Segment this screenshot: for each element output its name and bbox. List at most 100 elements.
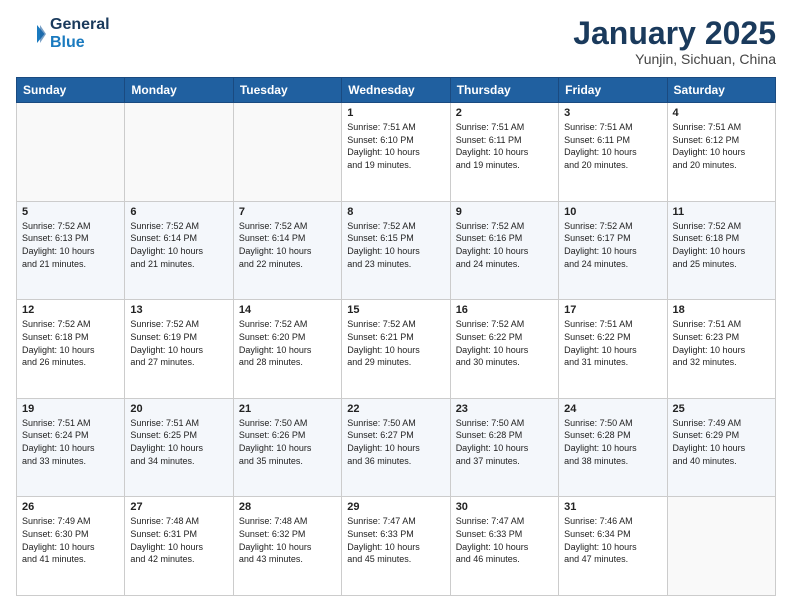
day-number: 8 bbox=[347, 206, 444, 218]
week-row-2: 5Sunrise: 7:52 AMSunset: 6:13 PMDaylight… bbox=[17, 201, 776, 300]
logo-icon bbox=[16, 19, 46, 49]
calendar-cell: 12 Sunrise: 7:52 AMSunset: 6:18 PMDayligh… bbox=[17, 300, 125, 399]
weekday-tuesday: Tuesday bbox=[233, 78, 341, 103]
weekday-friday: Friday bbox=[559, 78, 667, 103]
day-info: Sunrise: 7:52 AMSunset: 6:14 PMDaylight:… bbox=[130, 220, 227, 270]
day-info: Sunrise: 7:52 AMSunset: 6:18 PMDaylight:… bbox=[673, 220, 770, 270]
calendar-cell bbox=[667, 497, 775, 596]
calendar-cell: 24Sunrise: 7:50 AMSunset: 6:28 PMDayligh… bbox=[559, 398, 667, 497]
calendar-cell: 16 Sunrise: 7:52 AMSunset: 6:22 PMDayligh… bbox=[450, 300, 558, 399]
day-info: Sunrise: 7:49 AMSunset: 6:30 PMDaylight:… bbox=[22, 515, 119, 565]
day-number: 16 bbox=[456, 304, 553, 316]
day-info: Sunrise: 7:51 AMSunset: 6:22 PMDaylight:… bbox=[564, 318, 661, 368]
calendar-cell: 13Sunrise: 7:52 AMSunset: 6:19 PMDayligh… bbox=[125, 300, 233, 399]
title-block: January 2025 Yunjin, Sichuan, China bbox=[573, 16, 776, 67]
day-number: 28 bbox=[239, 501, 336, 513]
week-row-5: 26 Sunrise: 7:49 AMSunset: 6:30 PMDayligh… bbox=[17, 497, 776, 596]
day-number: 12 bbox=[22, 304, 119, 316]
calendar-cell: 4Sunrise: 7:51 AMSunset: 6:12 PMDaylight… bbox=[667, 103, 775, 202]
day-number: 26 bbox=[22, 501, 119, 513]
day-number: 13 bbox=[130, 304, 227, 316]
day-info: Sunrise: 7:50 AMSunset: 6:26 PMDaylight:… bbox=[239, 417, 336, 467]
weekday-saturday: Saturday bbox=[667, 78, 775, 103]
calendar-cell: 25 Sunrise: 7:49 AMSunset: 6:29 PMDayligh… bbox=[667, 398, 775, 497]
day-info: Sunrise: 7:50 AMSunset: 6:28 PMDaylight:… bbox=[456, 417, 553, 467]
day-info: Sunrise: 7:51 AMSunset: 6:23 PMDaylight:… bbox=[673, 318, 770, 368]
day-info: Sunrise: 7:47 AMSunset: 6:33 PMDaylight:… bbox=[456, 515, 553, 565]
calendar-cell: 7 Sunrise: 7:52 AMSunset: 6:14 PMDaylight… bbox=[233, 201, 341, 300]
day-info: Sunrise: 7:52 AMSunset: 6:17 PMDaylight:… bbox=[564, 220, 661, 270]
week-row-1: 1 Sunrise: 7:51 AMSunset: 6:10 PMDaylight… bbox=[17, 103, 776, 202]
day-number: 25 bbox=[673, 403, 770, 415]
day-info: Sunrise: 7:52 AMSunset: 6:16 PMDaylight:… bbox=[456, 220, 553, 270]
calendar-cell: 27 Sunrise: 7:48 AMSunset: 6:31 PMDayligh… bbox=[125, 497, 233, 596]
calendar-cell: 19Sunrise: 7:51 AMSunset: 6:24 PMDayligh… bbox=[17, 398, 125, 497]
day-info: Sunrise: 7:52 AMSunset: 6:15 PMDaylight:… bbox=[347, 220, 444, 270]
day-info: Sunrise: 7:47 AMSunset: 6:33 PMDaylight:… bbox=[347, 515, 444, 565]
calendar-cell: 22Sunrise: 7:50 AMSunset: 6:27 PMDayligh… bbox=[342, 398, 450, 497]
day-info: Sunrise: 7:52 AMSunset: 6:18 PMDaylight:… bbox=[22, 318, 119, 368]
day-info: Sunrise: 7:46 AMSunset: 6:34 PMDaylight:… bbox=[564, 515, 661, 565]
day-number: 10 bbox=[564, 206, 661, 218]
weekday-thursday: Thursday bbox=[450, 78, 558, 103]
day-number: 9 bbox=[456, 206, 553, 218]
calendar-table: SundayMondayTuesdayWednesdayThursdayFrid… bbox=[16, 77, 776, 596]
day-number: 17 bbox=[564, 304, 661, 316]
calendar-cell: 28 Sunrise: 7:48 AMSunset: 6:32 PMDayligh… bbox=[233, 497, 341, 596]
calendar-cell: 8 Sunrise: 7:52 AMSunset: 6:15 PMDaylight… bbox=[342, 201, 450, 300]
day-number: 27 bbox=[130, 501, 227, 513]
weekday-sunday: Sunday bbox=[17, 78, 125, 103]
calendar-cell: 11 Sunrise: 7:52 AMSunset: 6:18 PMDayligh… bbox=[667, 201, 775, 300]
calendar-cell: 15 Sunrise: 7:52 AMSunset: 6:21 PMDayligh… bbox=[342, 300, 450, 399]
calendar-cell: 14Sunrise: 7:52 AMSunset: 6:20 PMDayligh… bbox=[233, 300, 341, 399]
calendar-cell: 5Sunrise: 7:52 AMSunset: 6:13 PMDaylight… bbox=[17, 201, 125, 300]
day-info: Sunrise: 7:49 AMSunset: 6:29 PMDaylight:… bbox=[673, 417, 770, 467]
day-info: Sunrise: 7:52 AMSunset: 6:22 PMDaylight:… bbox=[456, 318, 553, 368]
day-number: 18 bbox=[673, 304, 770, 316]
day-number: 15 bbox=[347, 304, 444, 316]
weekday-monday: Monday bbox=[125, 78, 233, 103]
day-info: Sunrise: 7:48 AMSunset: 6:31 PMDaylight:… bbox=[130, 515, 227, 565]
day-number: 6 bbox=[130, 206, 227, 218]
day-number: 1 bbox=[347, 107, 444, 119]
day-info: Sunrise: 7:51 AMSunset: 6:10 PMDaylight:… bbox=[347, 121, 444, 171]
day-info: Sunrise: 7:51 AMSunset: 6:25 PMDaylight:… bbox=[130, 417, 227, 467]
calendar-cell: 26 Sunrise: 7:49 AMSunset: 6:30 PMDayligh… bbox=[17, 497, 125, 596]
calendar-cell: 9 Sunrise: 7:52 AMSunset: 6:16 PMDaylight… bbox=[450, 201, 558, 300]
day-number: 3 bbox=[564, 107, 661, 119]
day-number: 23 bbox=[456, 403, 553, 415]
page: General Blue January 2025 Yunjin, Sichua… bbox=[0, 0, 792, 612]
calendar-cell: 30 Sunrise: 7:47 AMSunset: 6:33 PMDayligh… bbox=[450, 497, 558, 596]
calendar-cell: 10 Sunrise: 7:52 AMSunset: 6:17 PMDayligh… bbox=[559, 201, 667, 300]
week-row-4: 19Sunrise: 7:51 AMSunset: 6:24 PMDayligh… bbox=[17, 398, 776, 497]
calendar-cell: 2 Sunrise: 7:51 AMSunset: 6:11 PMDaylight… bbox=[450, 103, 558, 202]
day-number: 4 bbox=[673, 107, 770, 119]
day-number: 31 bbox=[564, 501, 661, 513]
calendar-cell: 6 Sunrise: 7:52 AMSunset: 6:14 PMDaylight… bbox=[125, 201, 233, 300]
day-number: 2 bbox=[456, 107, 553, 119]
day-number: 21 bbox=[239, 403, 336, 415]
day-number: 30 bbox=[456, 501, 553, 513]
day-info: Sunrise: 7:50 AMSunset: 6:27 PMDaylight:… bbox=[347, 417, 444, 467]
calendar-cell: 17 Sunrise: 7:51 AMSunset: 6:22 PMDayligh… bbox=[559, 300, 667, 399]
day-info: Sunrise: 7:52 AMSunset: 6:14 PMDaylight:… bbox=[239, 220, 336, 270]
logo: General Blue bbox=[16, 16, 110, 51]
calendar-cell: 31 Sunrise: 7:46 AMSunset: 6:34 PMDayligh… bbox=[559, 497, 667, 596]
calendar-cell: 23 Sunrise: 7:50 AMSunset: 6:28 PMDayligh… bbox=[450, 398, 558, 497]
calendar-cell: 29 Sunrise: 7:47 AMSunset: 6:33 PMDayligh… bbox=[342, 497, 450, 596]
calendar-cell: 3Sunrise: 7:51 AMSunset: 6:11 PMDaylight… bbox=[559, 103, 667, 202]
day-info: Sunrise: 7:51 AMSunset: 6:11 PMDaylight:… bbox=[456, 121, 553, 171]
day-number: 5 bbox=[22, 206, 119, 218]
calendar-cell bbox=[233, 103, 341, 202]
calendar-cell: 20 Sunrise: 7:51 AMSunset: 6:25 PMDayligh… bbox=[125, 398, 233, 497]
day-number: 7 bbox=[239, 206, 336, 218]
day-number: 20 bbox=[130, 403, 227, 415]
calendar-cell: 21 Sunrise: 7:50 AMSunset: 6:26 PMDayligh… bbox=[233, 398, 341, 497]
day-info: Sunrise: 7:51 AMSunset: 6:24 PMDaylight:… bbox=[22, 417, 119, 467]
day-info: Sunrise: 7:50 AMSunset: 6:28 PMDaylight:… bbox=[564, 417, 661, 467]
day-info: Sunrise: 7:48 AMSunset: 6:32 PMDaylight:… bbox=[239, 515, 336, 565]
day-number: 11 bbox=[673, 206, 770, 218]
day-info: Sunrise: 7:52 AMSunset: 6:21 PMDaylight:… bbox=[347, 318, 444, 368]
day-number: 29 bbox=[347, 501, 444, 513]
weekday-header-row: SundayMondayTuesdayWednesdayThursdayFrid… bbox=[17, 78, 776, 103]
